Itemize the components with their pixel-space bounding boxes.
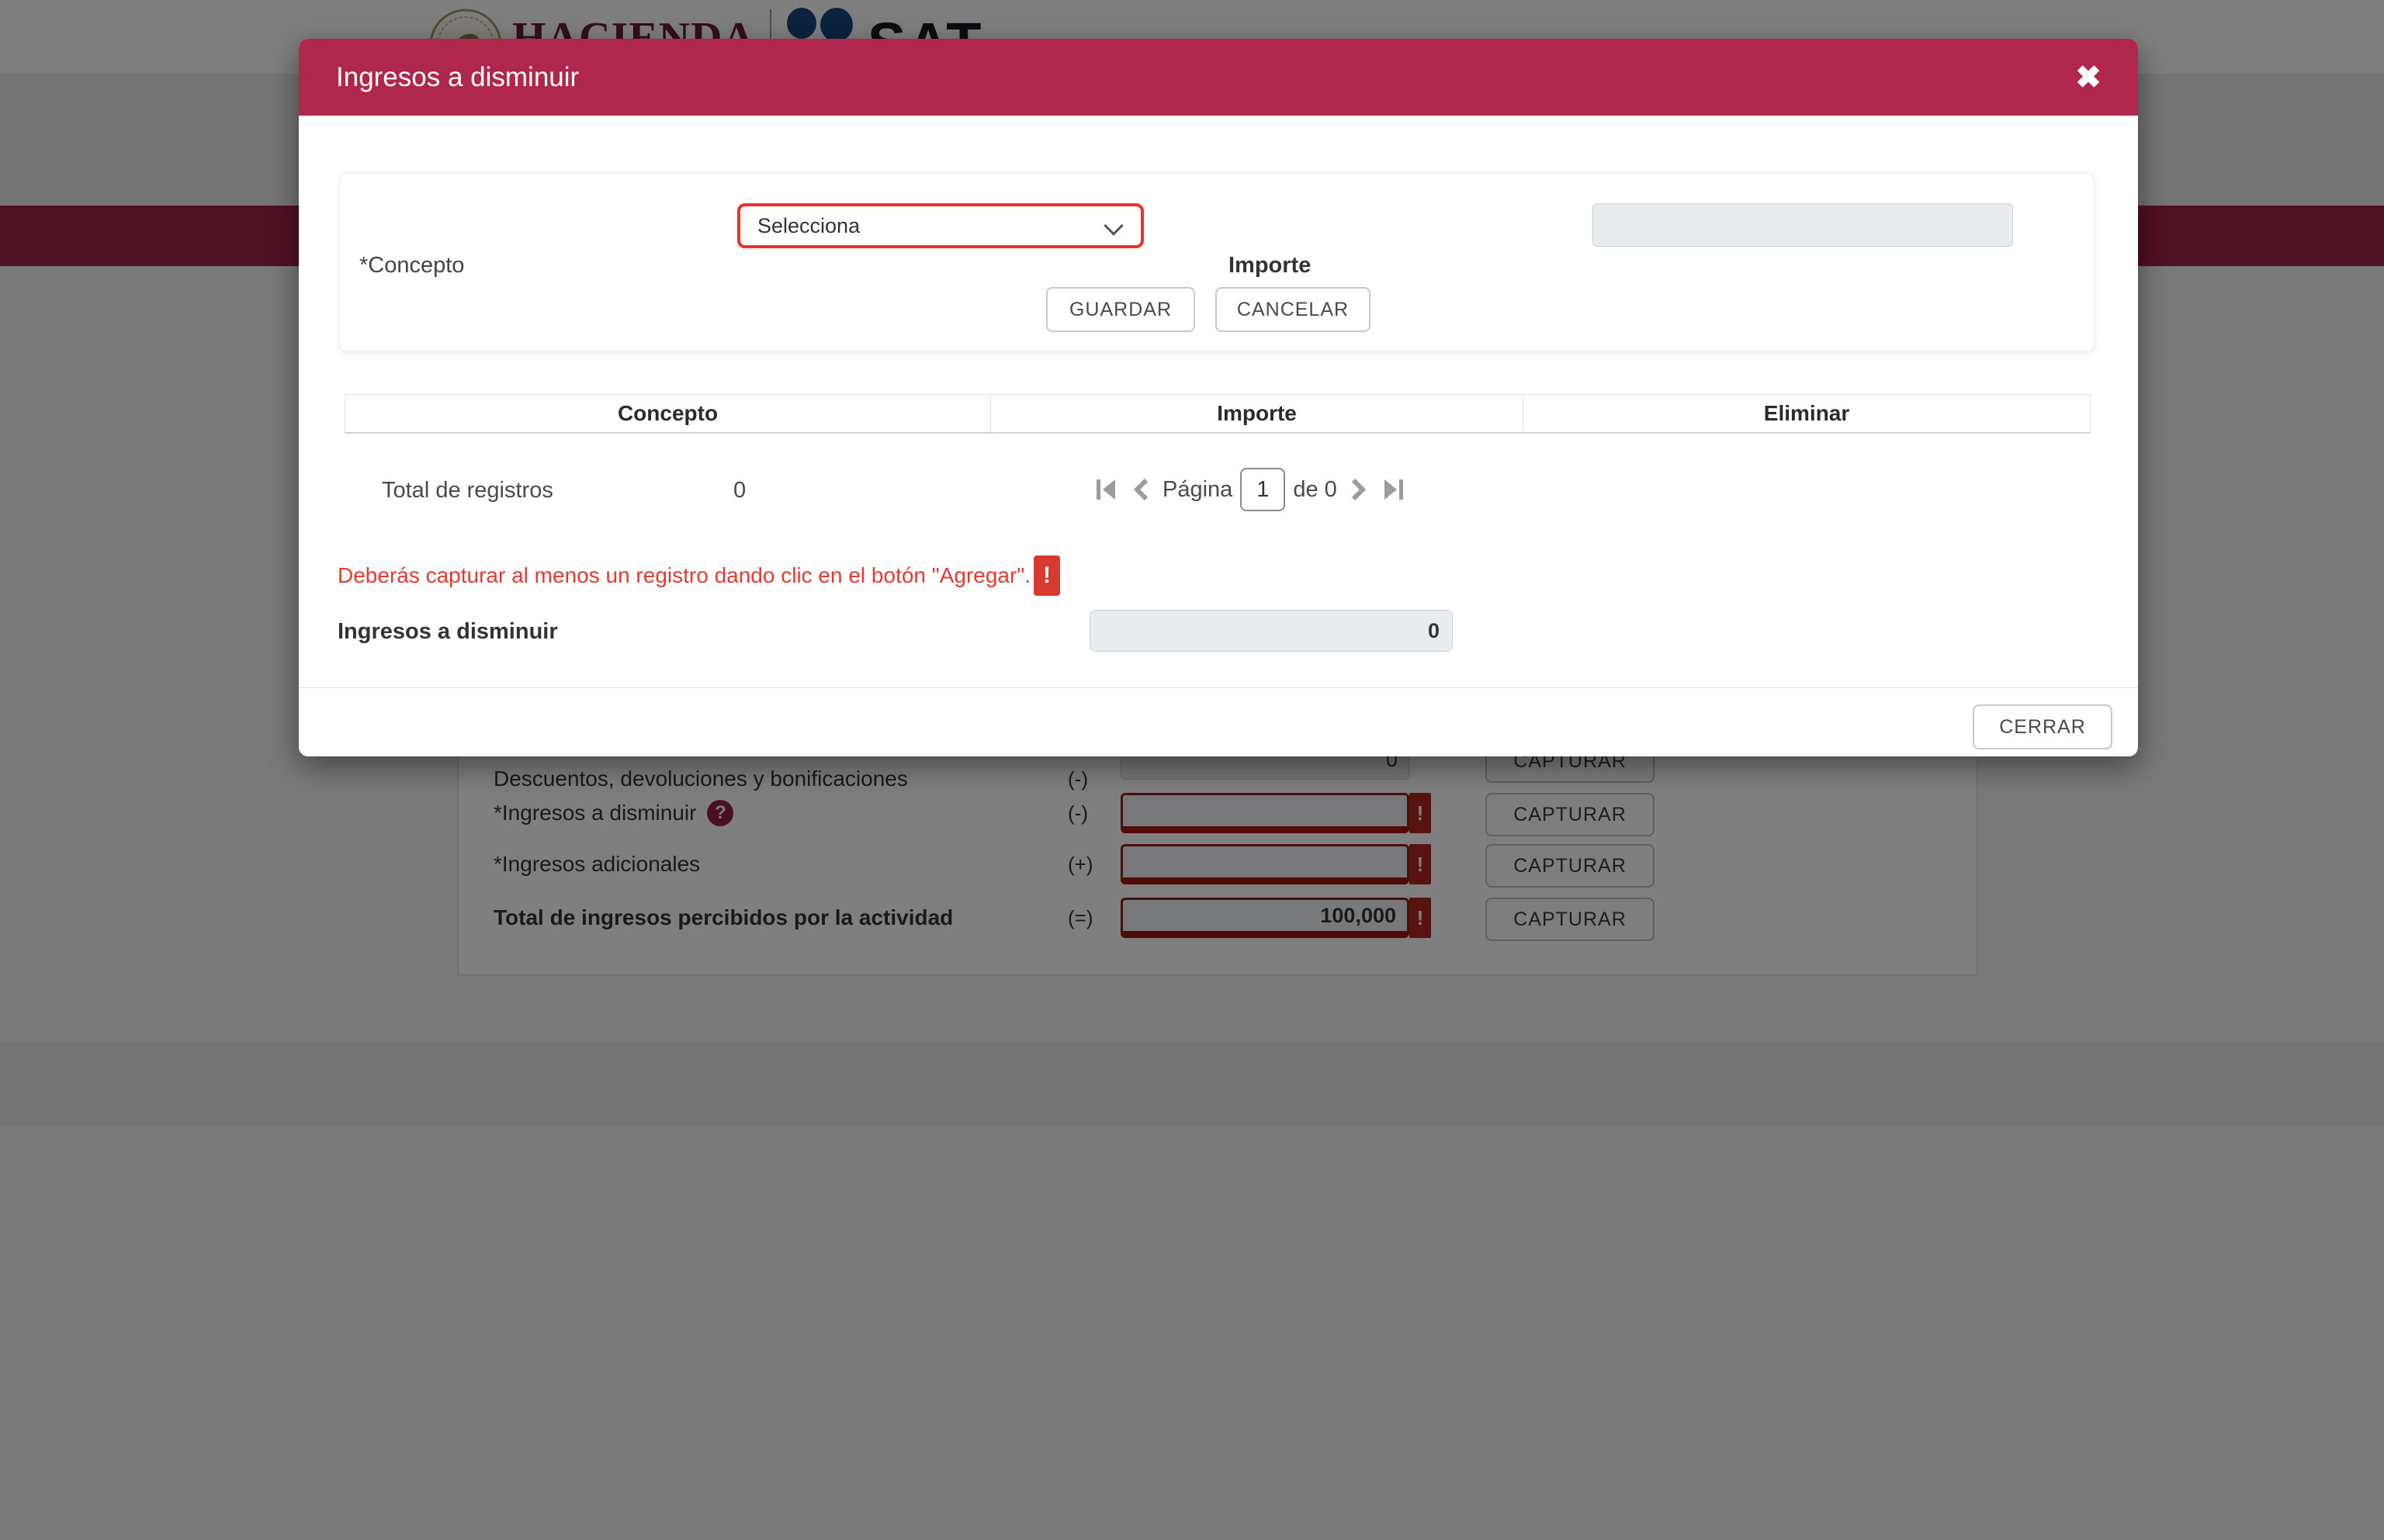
concepto-select[interactable]: Selecciona [737,203,1144,248]
previous-page-icon[interactable] [1128,476,1155,503]
total-registros-value: 0 [733,469,746,512]
importe-input[interactable] [1592,203,2013,247]
last-page-icon[interactable] [1379,476,1405,503]
page-number-input[interactable]: 1 [1240,468,1285,511]
validation-warning: Deberás capturar al menos un registro da… [338,554,1060,597]
column-importe: Importe [990,395,1523,432]
modal-header: Ingresos a disminuir [299,39,2138,116]
warning-badge-icon: ! [1034,555,1060,596]
page-of-label: de 0 [1293,477,1336,503]
modal-title: Ingresos a disminuir [336,62,579,93]
ingresos-a-disminuir-modal: Ingresos a disminuir ✖ *Concepto Selecci… [299,39,2138,756]
concepto-select-value: Selecciona [757,214,860,238]
warning-text: Deberás capturar al menos un registro da… [338,563,1031,588]
page-label: Página [1163,477,1232,503]
column-concepto: Concepto [345,395,990,432]
importe-label: Importe [1228,242,1311,289]
next-page-icon[interactable] [1345,476,1371,503]
guardar-button[interactable]: GUARDAR [1046,287,1195,332]
column-eliminar: Eliminar [1523,395,2090,432]
cancelar-button[interactable]: CANCELAR [1215,287,1370,332]
close-icon[interactable]: ✖ [2067,56,2110,99]
chevron-down-icon [1104,216,1123,235]
records-table-header: Concepto Importe Eliminar [345,394,2091,434]
cerrar-button[interactable]: CERRAR [1973,704,2112,749]
first-page-icon[interactable] [1094,476,1121,503]
total-registros-label: Total de registros [382,469,553,512]
summary-label: Ingresos a disminuir [338,610,558,653]
concepto-label: *Concepto [359,242,464,289]
summary-total-input: 0 [1090,610,1453,652]
pagination: Página 1 de 0 [1094,464,1405,515]
footer-divider [299,687,2138,688]
